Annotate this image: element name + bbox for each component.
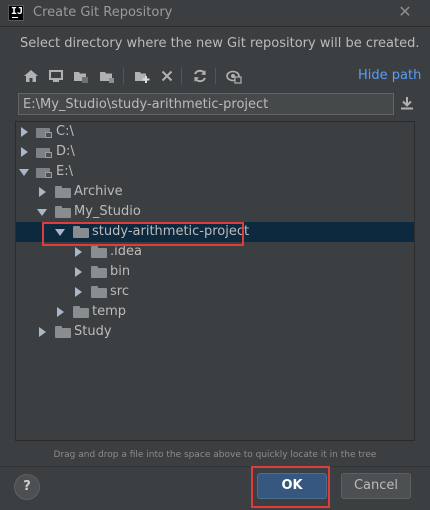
collapse-arrow-icon[interactable] xyxy=(37,209,47,216)
tree-node-label: study-arithmetic-project xyxy=(92,224,250,239)
ok-button[interactable]: OK xyxy=(257,473,327,499)
expand-arrow-icon[interactable] xyxy=(57,307,64,317)
desktop-icon[interactable] xyxy=(45,66,67,86)
collapse-arrow-icon[interactable] xyxy=(19,169,29,176)
cancel-button[interactable]: Cancel xyxy=(341,473,411,499)
tree-node-label: bin xyxy=(110,264,131,279)
expand-arrow-icon[interactable] xyxy=(21,147,28,157)
tree-node-c-drive[interactable]: C:\ xyxy=(16,122,414,142)
drive-icon xyxy=(36,146,52,158)
drive-icon xyxy=(36,166,52,178)
intellij-app-icon: IJ xyxy=(8,5,24,21)
tree-node-archive[interactable]: Archive xyxy=(16,182,414,202)
expand-arrow-icon[interactable] xyxy=(75,267,82,277)
project-folder-icon[interactable] xyxy=(70,66,92,86)
path-input[interactable] xyxy=(18,93,394,115)
download-icon[interactable] xyxy=(400,95,416,113)
folder-icon xyxy=(91,266,107,278)
tree-node-label: C:\ xyxy=(56,124,74,139)
tree-node-label: Study xyxy=(74,324,112,339)
help-button[interactable]: ? xyxy=(14,474,40,500)
toolbar-separator xyxy=(181,68,182,84)
drive-icon xyxy=(36,126,52,138)
toolbar-separator xyxy=(215,68,216,84)
folder-icon xyxy=(73,306,89,318)
tree-node-label: temp xyxy=(92,304,127,319)
tree-node-label: E:\ xyxy=(56,164,73,179)
tree-node-my-studio[interactable]: My_Studio xyxy=(16,202,414,222)
folder-icon xyxy=(91,246,107,258)
close-icon[interactable]: ✕ xyxy=(396,3,414,21)
drag-drop-hint: Drag and drop a file into the space abov… xyxy=(53,450,377,460)
tree-node-label: D:\ xyxy=(56,144,75,159)
folder-icon xyxy=(55,326,71,338)
tree-node-label: src xyxy=(110,284,129,299)
delete-icon[interactable] xyxy=(156,66,178,86)
folder-icon xyxy=(55,186,71,198)
folder-icon xyxy=(73,226,89,238)
tree-node-d-drive[interactable]: D:\ xyxy=(16,142,414,162)
tree-node-label: My_Studio xyxy=(74,204,141,219)
app-icon-letters: IJ xyxy=(11,6,24,17)
tree-node-e-drive[interactable]: E:\ xyxy=(16,162,414,182)
folder-icon xyxy=(55,206,71,218)
hide-path-link[interactable]: Hide path xyxy=(358,68,421,83)
show-hidden-icon[interactable] xyxy=(223,66,245,86)
new-folder-icon[interactable] xyxy=(131,66,153,86)
tree-node-study-arithmetic-project[interactable]: study-arithmetic-project xyxy=(16,222,414,242)
directory-tree[interactable]: C:\ D:\ E:\ Archive My_Studio study-arit… xyxy=(15,121,415,441)
expand-arrow-icon[interactable] xyxy=(21,127,28,137)
toolbar-separator xyxy=(123,68,124,84)
expand-arrow-icon[interactable] xyxy=(75,287,82,297)
tree-node-study[interactable]: Study xyxy=(16,322,414,342)
tree-node-bin[interactable]: bin xyxy=(16,262,414,282)
collapse-arrow-icon[interactable] xyxy=(55,229,65,236)
folder-icon xyxy=(91,286,107,298)
module-folder-icon[interactable] xyxy=(96,66,118,86)
window-title: Create Git Repository xyxy=(33,5,173,20)
tree-node-label: .idea xyxy=(110,244,142,259)
dialog-description: Select directory where the new Git repos… xyxy=(20,36,420,51)
expand-arrow-icon[interactable] xyxy=(39,187,46,197)
expand-arrow-icon[interactable] xyxy=(75,247,82,257)
tree-node-idea[interactable]: .idea xyxy=(16,242,414,262)
tree-node-temp[interactable]: temp xyxy=(16,302,414,322)
home-icon[interactable] xyxy=(20,66,42,86)
expand-arrow-icon[interactable] xyxy=(39,327,46,337)
tree-node-src[interactable]: src xyxy=(16,282,414,302)
footer-divider xyxy=(0,466,430,467)
refresh-icon[interactable] xyxy=(189,66,211,86)
tree-node-label: Archive xyxy=(74,184,123,199)
